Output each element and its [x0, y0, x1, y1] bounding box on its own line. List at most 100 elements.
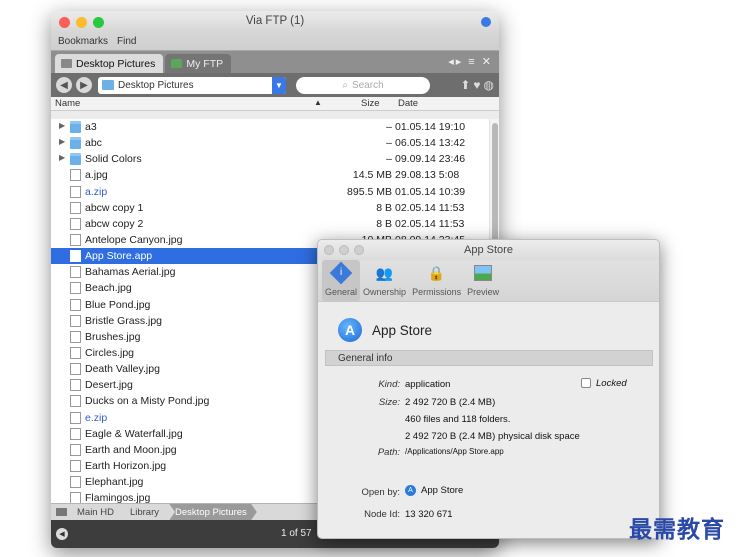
- file-icon: [70, 266, 81, 279]
- file-name: Death Valley.jpg: [85, 363, 160, 376]
- file-row[interactable]: abcw copy 1 8 B 02.05.14 11:53: [51, 200, 489, 216]
- breadcrumb-desktop-pictures[interactable]: Desktop Pictures: [169, 504, 257, 521]
- disclosure-triangle-icon[interactable]: ▶: [59, 137, 65, 146]
- menu-bookmarks[interactable]: Bookmarks: [58, 36, 108, 47]
- column-header: Name ▲ Size Date: [51, 97, 499, 111]
- ftp-icon: [171, 59, 183, 68]
- tab-label: Desktop Pictures: [76, 57, 156, 70]
- info-tab-preview[interactable]: Preview: [464, 260, 502, 301]
- info-title: App Store: [464, 244, 513, 256]
- tab-controls[interactable]: ◂▸ ≡ ✕: [448, 55, 493, 68]
- path-value: /Applications/App Store.app: [405, 447, 504, 456]
- tab-desktop-pictures[interactable]: Desktop Pictures: [55, 54, 164, 73]
- info-icon: i: [329, 261, 353, 285]
- folder-row[interactable]: ▶ Solid Colors –09.09.14 23:46: [51, 151, 489, 167]
- upload-arrow-icon[interactable]: ⬆: [460, 78, 470, 92]
- info-tab-label: Ownership: [363, 287, 407, 297]
- forward-button[interactable]: ▶: [76, 77, 92, 93]
- tab-my-ftp[interactable]: My FTP: [165, 54, 232, 73]
- info-tab-label: Preview: [467, 287, 500, 297]
- file-name: e.zip: [85, 411, 108, 424]
- file-name: Solid Colors: [85, 153, 142, 166]
- file-icon: [70, 330, 81, 343]
- file-date: 29.08.13 5:08: [395, 169, 460, 182]
- file-date: 02.05.14 11:53: [395, 201, 465, 214]
- folder-row[interactable]: ▶ a3 –01.05.14 19:10: [51, 119, 489, 135]
- file-row[interactable]: abcw copy 2 8 B 02.05.14 11:53: [51, 216, 489, 232]
- computer-icon: [56, 508, 67, 516]
- file-icon: [70, 346, 81, 359]
- folder-row[interactable]: ▶ abc –06.05.14 13:42: [51, 135, 489, 151]
- file-icon: [70, 476, 81, 489]
- file-icon: [70, 314, 81, 327]
- file-icon: [70, 233, 81, 246]
- search-icon: ⌕: [342, 79, 348, 91]
- watermark: 最需教育: [629, 516, 725, 543]
- file-size: 14.5 MB: [352, 169, 392, 182]
- locked-checkbox[interactable]: [581, 378, 591, 388]
- openby-app-name: App Store: [421, 485, 464, 497]
- openby-label: Open by:: [361, 487, 400, 498]
- disclosure-triangle-icon[interactable]: ▶: [59, 153, 65, 162]
- file-name: abcw copy 2: [85, 217, 144, 230]
- info-tab-label: General: [325, 287, 358, 297]
- file-name: Blue Pond.jpg: [85, 298, 151, 311]
- file-size: –: [386, 137, 392, 150]
- breadcrumb-main-hd[interactable]: Main HD: [71, 504, 124, 521]
- file-icon: [70, 363, 81, 376]
- status-dot-icon: [481, 17, 491, 27]
- file-name: App Store.app: [85, 250, 153, 263]
- kind-value: application: [405, 379, 451, 390]
- nodeid-label: Node Id:: [364, 509, 400, 520]
- path-selector-label: Desktop Pictures: [118, 79, 194, 91]
- file-icon: [70, 298, 81, 311]
- openby-value[interactable]: A App Store: [405, 485, 463, 496]
- back-button[interactable]: ◀: [56, 77, 72, 93]
- file-size: 8 B: [376, 201, 392, 214]
- search-input[interactable]: ⌕ Search: [296, 76, 430, 94]
- title-bar: Via FTP (1): [51, 11, 499, 33]
- window-title: Via FTP (1): [245, 15, 305, 27]
- path-selector[interactable]: Desktop Pictures ▼: [98, 76, 286, 94]
- file-name: Earth Horizon.jpg: [85, 459, 167, 472]
- sort-up-icon[interactable]: ▲: [314, 98, 322, 107]
- heart-icon[interactable]: ♥: [473, 78, 480, 92]
- console-icon[interactable]: ◀: [56, 528, 68, 540]
- file-date: 02.05.14 11:53: [395, 217, 465, 230]
- info-tab-permissions[interactable]: 🔒 Permissions: [409, 260, 464, 301]
- file-date: 09.09.14 23:46: [395, 153, 466, 166]
- locked-label: Locked: [596, 378, 627, 389]
- file-name: Earth and Moon.jpg: [85, 443, 177, 456]
- file-name: Circles.jpg: [85, 346, 135, 359]
- file-size: –: [386, 153, 392, 166]
- file-name: Eagle & Waterfall.jpg: [85, 427, 183, 440]
- file-size: –: [386, 121, 392, 133]
- file-row[interactable]: a.jpg 14.5 MB 29.08.13 5:08: [51, 167, 489, 183]
- files-count: 460 files and 118 folders.: [405, 414, 511, 425]
- page-count: 1 of 57: [281, 528, 312, 539]
- column-size[interactable]: Size: [361, 98, 379, 109]
- globe-icon[interactable]: ◍: [484, 78, 494, 92]
- file-row[interactable]: a.zip 895.5 MB 01.05.14 10:39: [51, 184, 489, 200]
- file-icon: [70, 169, 81, 182]
- file-name: Brushes.jpg: [85, 330, 141, 343]
- disclosure-triangle-icon[interactable]: ▶: [59, 121, 65, 130]
- info-title-bar: App Store: [318, 240, 659, 260]
- folder-icon: [102, 80, 114, 90]
- file-name: a.zip: [85, 185, 108, 198]
- drive-icon: [61, 59, 72, 68]
- breadcrumb-library[interactable]: Library: [124, 504, 169, 521]
- nodeid-value: 13 320 671: [405, 509, 453, 520]
- size-label: Size:: [378, 397, 400, 408]
- file-name: abcw copy 1: [85, 201, 144, 214]
- info-tab-ownership[interactable]: 👥 Ownership: [360, 260, 409, 301]
- menu-find[interactable]: Find: [117, 36, 136, 47]
- file-date: 01.05.14 10:39: [395, 185, 466, 198]
- lock-icon: 🔒: [427, 264, 446, 281]
- column-name[interactable]: Name: [55, 98, 80, 109]
- file-icon: [70, 217, 81, 230]
- file-name: Ducks on a Misty Pond.jpg: [85, 395, 210, 408]
- section-header: General info: [325, 350, 653, 366]
- info-tab-general[interactable]: i General: [322, 260, 361, 301]
- column-date[interactable]: Date: [398, 98, 418, 109]
